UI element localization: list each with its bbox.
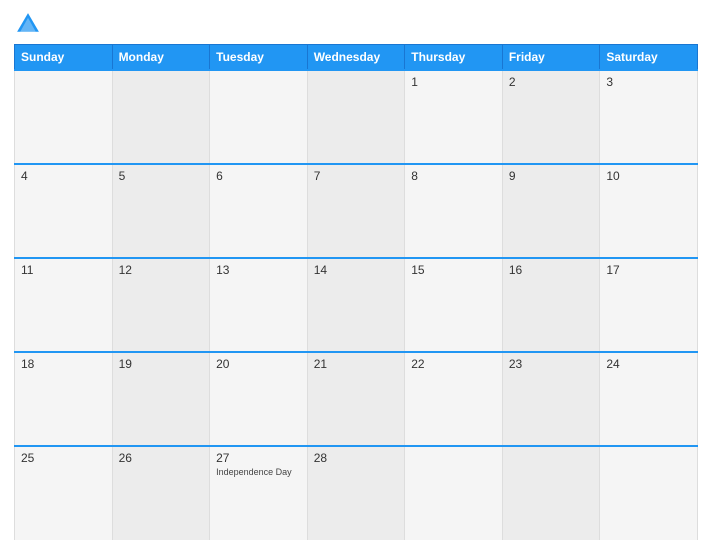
calendar-day-cell [112, 70, 210, 164]
calendar-header-row: SundayMondayTuesdayWednesdayThursdayFrid… [15, 45, 698, 71]
day-number: 16 [509, 263, 594, 277]
day-number: 26 [119, 451, 204, 465]
day-number: 21 [314, 357, 399, 371]
calendar-day-cell: 4 [15, 164, 113, 258]
day-number: 24 [606, 357, 691, 371]
logo [14, 10, 44, 38]
day-number: 6 [216, 169, 301, 183]
calendar-weekday-header: Wednesday [307, 45, 405, 71]
day-number: 13 [216, 263, 301, 277]
day-number: 3 [606, 75, 691, 89]
header [14, 10, 698, 44]
day-number: 20 [216, 357, 301, 371]
calendar-weekday-header: Tuesday [210, 45, 308, 71]
holiday-label: Independence Day [216, 467, 301, 477]
calendar-weekday-header: Saturday [600, 45, 698, 71]
calendar-day-cell: 19 [112, 352, 210, 446]
calendar-day-cell: 27 Independence Day [210, 446, 308, 540]
calendar-weekday-header: Friday [502, 45, 600, 71]
calendar-day-cell: 10 [600, 164, 698, 258]
calendar-day-cell [502, 446, 600, 540]
calendar-page: SundayMondayTuesdayWednesdayThursdayFrid… [0, 0, 712, 550]
day-number: 15 [411, 263, 496, 277]
day-number: 10 [606, 169, 691, 183]
day-number: 12 [119, 263, 204, 277]
calendar-day-cell: 24 [600, 352, 698, 446]
calendar-day-cell: 17 [600, 258, 698, 352]
calendar-day-cell: 18 [15, 352, 113, 446]
day-number: 8 [411, 169, 496, 183]
calendar-table: SundayMondayTuesdayWednesdayThursdayFrid… [14, 44, 698, 540]
calendar-day-cell: 22 [405, 352, 503, 446]
calendar-day-cell: 12 [112, 258, 210, 352]
day-number: 23 [509, 357, 594, 371]
calendar-day-cell: 13 [210, 258, 308, 352]
calendar-week-row: 25 26 27 Independence Day 28 [15, 446, 698, 540]
calendar-day-cell [600, 446, 698, 540]
calendar-day-cell: 20 [210, 352, 308, 446]
calendar-day-cell: 3 [600, 70, 698, 164]
calendar-week-row: 18 19 20 21 22 23 24 [15, 352, 698, 446]
calendar-day-cell: 6 [210, 164, 308, 258]
day-number: 19 [119, 357, 204, 371]
calendar-weekday-header: Sunday [15, 45, 113, 71]
day-number: 22 [411, 357, 496, 371]
calendar-day-cell: 16 [502, 258, 600, 352]
calendar-day-cell: 26 [112, 446, 210, 540]
calendar-day-cell: 7 [307, 164, 405, 258]
day-number: 17 [606, 263, 691, 277]
calendar-day-cell: 9 [502, 164, 600, 258]
day-number: 25 [21, 451, 106, 465]
calendar-weekday-header: Monday [112, 45, 210, 71]
calendar-week-row: 11 12 13 14 15 16 17 [15, 258, 698, 352]
calendar-day-cell: 2 [502, 70, 600, 164]
logo-icon [14, 10, 42, 38]
day-number: 11 [21, 263, 106, 277]
calendar-weekday-header: Thursday [405, 45, 503, 71]
day-number: 7 [314, 169, 399, 183]
calendar-day-cell: 1 [405, 70, 503, 164]
day-number: 9 [509, 169, 594, 183]
day-number: 1 [411, 75, 496, 89]
calendar-day-cell: 14 [307, 258, 405, 352]
calendar-day-cell: 8 [405, 164, 503, 258]
calendar-day-cell: 25 [15, 446, 113, 540]
calendar-day-cell: 15 [405, 258, 503, 352]
calendar-week-row: 123 [15, 70, 698, 164]
day-number: 28 [314, 451, 399, 465]
calendar-day-cell [405, 446, 503, 540]
calendar-day-cell [307, 70, 405, 164]
day-number: 4 [21, 169, 106, 183]
day-number: 5 [119, 169, 204, 183]
calendar-day-cell [15, 70, 113, 164]
calendar-day-cell: 23 [502, 352, 600, 446]
day-number: 27 [216, 451, 301, 465]
calendar-day-cell [210, 70, 308, 164]
calendar-day-cell: 28 [307, 446, 405, 540]
calendar-week-row: 456789 10 [15, 164, 698, 258]
calendar-day-cell: 5 [112, 164, 210, 258]
day-number: 2 [509, 75, 594, 89]
day-number: 14 [314, 263, 399, 277]
calendar-day-cell: 21 [307, 352, 405, 446]
day-number: 18 [21, 357, 106, 371]
calendar-day-cell: 11 [15, 258, 113, 352]
